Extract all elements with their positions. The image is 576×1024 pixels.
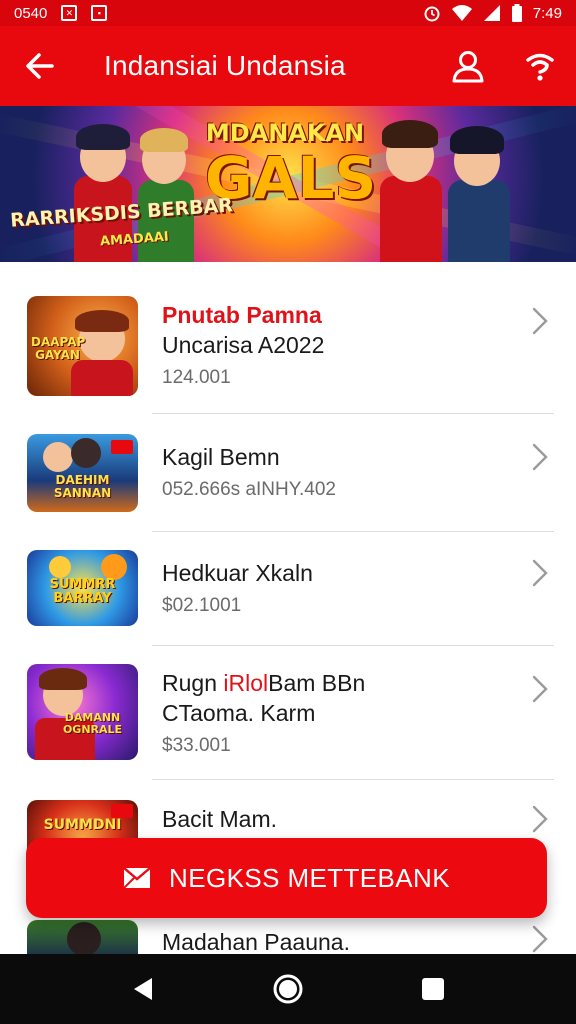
thumb-label: SUMMDNI: [43, 817, 122, 833]
list-item[interactable]: DAMANN OGNRALE Rugn iRlolBam BBn CTaoma.…: [0, 646, 576, 780]
cta-button[interactable]: NEGKSS METTEBANK: [26, 838, 547, 918]
item-subtitle: CTaoma. Karm: [162, 700, 316, 726]
status-left-text: 0540: [14, 4, 48, 22]
chevron-right-icon: [532, 805, 548, 833]
banner-character-4: [436, 122, 522, 262]
chevron-right-icon: [532, 925, 548, 953]
item-thumbnail: SUMMRR BARRAY: [27, 550, 138, 626]
triangle-back-icon: [133, 978, 152, 1000]
item-title: Hedkuar Xkaln: [162, 560, 313, 586]
thumb-label: DAAPAP GAYAN: [31, 335, 86, 362]
app-bar-actions: [432, 26, 576, 106]
thumb-label: DAMANN OGNRALE: [62, 711, 123, 736]
status-time: 7:49: [532, 4, 562, 22]
nav-recents-button[interactable]: [403, 959, 463, 1019]
item-text: Bacit Mam.: [162, 804, 516, 834]
status-left: 0540 ✕ ▪: [14, 4, 108, 22]
app-bar: Indansiai Undansia: [0, 26, 576, 106]
help-button[interactable]: [504, 26, 576, 106]
thumb-label: SUMMRR BARRAY: [49, 577, 116, 606]
item-title-part1: Rugn: [162, 670, 224, 696]
item-title: Bacit Mam.: [162, 806, 278, 832]
item-text: Kagil Bemn 052.666s aINHY.402: [162, 442, 516, 505]
item-meta: 052.666s aINHY.402: [162, 479, 336, 500]
nav-back-button[interactable]: [113, 959, 173, 1019]
arrow-left-icon: [26, 53, 54, 79]
item-title: Rugn iRlolBam BBn: [162, 668, 516, 698]
battery-icon: [511, 4, 523, 22]
system-nav-bar: [0, 954, 576, 1024]
alarm-icon: [423, 4, 441, 22]
close-box-icon: ✕: [61, 5, 78, 21]
signal-icon: [483, 4, 501, 22]
item-title: Kagil Bemn: [162, 444, 280, 470]
chevron-right-icon: [532, 443, 548, 471]
nav-home-button[interactable]: [258, 959, 318, 1019]
question-icon: [526, 53, 554, 81]
item-thumbnail: DAMANN OGNRALE: [27, 664, 138, 760]
item-subtitle: Uncarisa A2022: [162, 332, 325, 358]
cta-label: NEGKSS METTEBANK: [169, 862, 450, 893]
item-thumbnail: DAEHIM SANNAN: [27, 434, 138, 512]
square-recents-icon: [422, 978, 445, 1000]
item-text: Hedkuar Xkaln $02.1001: [162, 558, 516, 621]
item-title: Madahan Paauna.: [162, 929, 350, 955]
status-right: 7:49: [423, 4, 562, 22]
item-title-part2: Bam BBn: [268, 670, 366, 696]
page-title: Indansiai Undansia: [104, 50, 346, 81]
status-bar: 0540 ✕ ▪ 7:49: [0, 0, 576, 26]
item-text: Pnutab Pamna Uncarisa A2022 124.001: [162, 300, 516, 393]
item-meta: $02.1001: [162, 595, 242, 616]
list-item[interactable]: SUMMRR BARRAY Hedkuar Xkaln $02.1001: [0, 532, 576, 646]
item-meta: $33.001: [162, 735, 231, 756]
wifi-icon: [451, 4, 473, 22]
item-title-highlight: iRlol: [223, 670, 269, 696]
envelope-icon: [123, 867, 151, 889]
list-item[interactable]: DAEHIM SANNAN Kagil Bemn 052.666s aINHY.…: [0, 414, 576, 532]
banner-title-top: MDANAKAN: [205, 119, 365, 147]
item-text: Rugn iRlolBam BBn CTaoma. Karm $33.001: [162, 668, 516, 761]
account-button[interactable]: [432, 26, 504, 106]
list-item[interactable]: Madahan Paauna.: [0, 918, 576, 960]
person-icon: [452, 51, 484, 83]
chevron-right-icon: [532, 307, 548, 335]
item-text: Madahan Paauna.: [162, 927, 516, 957]
item-title: Pnutab Pamna: [162, 302, 322, 328]
image-box-icon: ▪: [91, 5, 108, 21]
thumb-label: DAEHIM SANNAN: [53, 473, 112, 500]
chevron-right-icon: [532, 675, 548, 703]
circle-home-icon: [273, 974, 303, 1004]
chevron-right-icon: [532, 559, 548, 587]
list-item[interactable]: DAAPAP GAYAN Pnutab Pamna Uncarisa A2022…: [0, 262, 576, 414]
promo-banner[interactable]: MDANAKAN GALS RARRIKSDIS BERBAR AMADAAI: [0, 106, 576, 262]
item-meta: 124.001: [162, 367, 231, 388]
item-thumbnail: DAAPAP GAYAN: [27, 296, 138, 396]
back-button[interactable]: [0, 26, 80, 106]
